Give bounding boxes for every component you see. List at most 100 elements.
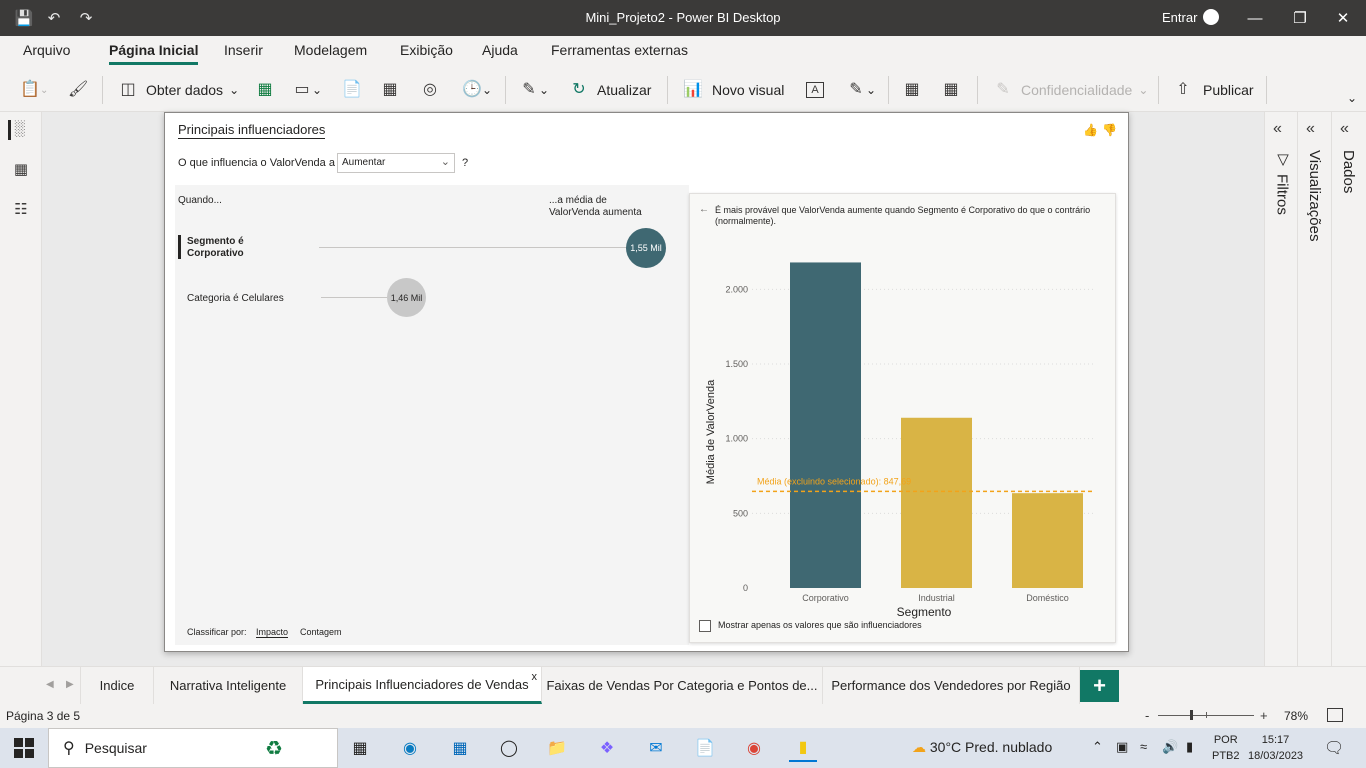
avatar[interactable] bbox=[1203, 9, 1219, 25]
reference-line-label: Média (excluindo selecionado): 847,69 bbox=[757, 476, 911, 486]
sort-impact-option[interactable]: Impacto bbox=[256, 627, 289, 638]
windows-start-icon[interactable] bbox=[14, 738, 34, 758]
chevron-up-icon[interactable]: ⌃ bbox=[1092, 739, 1103, 755]
powerbi-icon[interactable]: ▮ bbox=[789, 734, 817, 762]
chevron-down-icon: ⌄ bbox=[866, 83, 877, 97]
zoom-out-button[interactable]: - bbox=[1145, 708, 1149, 723]
sort-count-option[interactable]: Contagem bbox=[300, 627, 342, 637]
zoom-in-button[interactable]: + bbox=[1260, 708, 1268, 723]
chrome-icon[interactable]: ◉ bbox=[740, 734, 768, 762]
increase-dropdown[interactable]: Aumentar ⌄ bbox=[337, 153, 455, 173]
cloud-icon: ☁ bbox=[912, 739, 926, 755]
minimize-icon[interactable]: — bbox=[1240, 6, 1270, 30]
mail-icon[interactable]: ✉ bbox=[642, 734, 670, 762]
key-influencers-visual[interactable]: Principais influenciadores 👍 👎 O que inf… bbox=[164, 112, 1129, 652]
influencer-row-segmento[interactable]: Segmento é Corporativo bbox=[187, 236, 244, 260]
expand-visualizations-icon[interactable]: « bbox=[1306, 120, 1315, 138]
thumbs-down-icon[interactable]: 👎 bbox=[1102, 123, 1117, 137]
store-icon[interactable]: ▦ bbox=[446, 734, 474, 762]
refresh-button[interactable]: ↻ Atualizar bbox=[569, 78, 651, 102]
weather-widget[interactable]: ☁ 30°C Pred. nublado bbox=[912, 739, 1052, 756]
model-view-icon[interactable]: ☷ bbox=[11, 200, 31, 220]
menu-pagina-inicial[interactable]: Página Inicial bbox=[109, 42, 199, 65]
influencer-row-categoria[interactable]: Categoria é Celulares bbox=[187, 293, 284, 305]
sql-button[interactable]: 📄 bbox=[342, 78, 362, 102]
publish-label: Publicar bbox=[1203, 82, 1254, 98]
sign-in-link[interactable]: Entrar bbox=[1162, 10, 1197, 25]
influencer-bubble[interactable]: 1,55 Mil bbox=[626, 228, 666, 268]
data-pane[interactable]: « Dados bbox=[1331, 112, 1366, 666]
recent-sources-button[interactable]: 🕒 ⌄ bbox=[462, 78, 492, 102]
ribbon-separator bbox=[977, 76, 978, 104]
excel-button[interactable]: ▦ bbox=[255, 78, 275, 102]
language-indicator[interactable]: POR PTB2 bbox=[1212, 732, 1240, 764]
restore-icon[interactable]: ❐ bbox=[1285, 6, 1315, 30]
menu-inserir[interactable]: Inserir bbox=[224, 42, 263, 58]
menu-modelagem[interactable]: Modelagem bbox=[294, 42, 367, 58]
clock[interactable]: 15:17 18/03/2023 bbox=[1248, 732, 1303, 764]
fit-to-page-icon[interactable] bbox=[1327, 708, 1343, 722]
visualizations-pane[interactable]: « Visualizações bbox=[1297, 112, 1331, 666]
recent-icon: 🕒 bbox=[462, 81, 482, 98]
transform-data-button[interactable]: ✎ ⌄ bbox=[519, 78, 549, 102]
tab-narrativa-inteligente[interactable]: Narrativa Inteligente bbox=[154, 667, 303, 704]
add-page-button[interactable]: + bbox=[1080, 670, 1119, 702]
tab-scroll-right-icon[interactable]: ▶ bbox=[66, 679, 74, 690]
get-data-button[interactable]: ◫ Obter dados ⌄ bbox=[118, 78, 239, 102]
refresh-icon: ↻ bbox=[572, 81, 586, 98]
meet-icon[interactable]: ▣ bbox=[1116, 739, 1128, 755]
volume-icon[interactable]: 🔊 bbox=[1162, 739, 1178, 755]
new-measure-button[interactable]: ▦ bbox=[902, 78, 922, 102]
sensitivity-button[interactable]: ✎ Confidencialidade ⌄ bbox=[993, 78, 1148, 102]
taskbar-search[interactable]: ⚲ Pesquisar bbox=[48, 728, 338, 768]
report-view-icon[interactable]: ░ bbox=[8, 120, 28, 140]
more-visuals-button[interactable]: ✎ ⌄ bbox=[846, 78, 876, 102]
publish-button[interactable]: ⇧ Publicar bbox=[1173, 78, 1254, 102]
x-tick-label: Industrial bbox=[918, 593, 955, 603]
task-view-icon[interactable]: ▦ bbox=[346, 734, 374, 762]
sort-by-label: Classificar por: bbox=[187, 627, 247, 637]
tab-performance-vendedores[interactable]: Performance dos Vendedores por Região bbox=[823, 667, 1080, 704]
tab-principais-influenciadores[interactable]: Principais Influenciadores de Vendas x bbox=[303, 667, 542, 704]
quick-measure-button[interactable]: ▦ bbox=[941, 78, 961, 102]
copilot-icon[interactable]: ❖ bbox=[593, 734, 621, 762]
tab-indice[interactable]: Indice bbox=[80, 667, 154, 704]
zoom-slider-thumb[interactable] bbox=[1190, 710, 1193, 720]
publish-icon: ⇧ bbox=[1176, 81, 1190, 98]
new-visual-button[interactable]: 📊 Novo visual bbox=[683, 78, 784, 102]
collapse-ribbon-icon[interactable]: ⌄ bbox=[1347, 86, 1357, 110]
notepad-icon[interactable]: 📄 bbox=[691, 734, 719, 762]
dell-icon[interactable]: ◯ bbox=[495, 734, 523, 762]
paste-button[interactable]: 📋 ⌄ bbox=[20, 78, 48, 102]
menu-exibicao[interactable]: Exibição bbox=[400, 42, 453, 58]
clipboard-icon: 📋 bbox=[20, 81, 40, 98]
thumbs-up-icon[interactable]: 👍 bbox=[1083, 123, 1098, 137]
expand-filters-icon[interactable]: « bbox=[1273, 120, 1282, 138]
enter-data-button[interactable]: ▦ bbox=[380, 78, 400, 102]
tab-scroll-left-icon[interactable]: ◀ bbox=[46, 679, 54, 690]
menu-ajuda[interactable]: Ajuda bbox=[482, 42, 518, 58]
filters-pane[interactable]: « ▽ Filtros bbox=[1264, 112, 1297, 666]
edge-icon[interactable]: ◉ bbox=[396, 734, 424, 762]
data-view-icon[interactable]: ▦ bbox=[11, 160, 31, 180]
page-tabs-bar: ◀ ▶ Indice Narrativa Inteligente Princip… bbox=[0, 666, 1366, 704]
format-painter-button[interactable]: 🖌 bbox=[68, 78, 88, 102]
dataflows-button[interactable]: ▭ ⌄ bbox=[292, 78, 322, 102]
wifi-icon[interactable]: ≈ bbox=[1140, 739, 1147, 754]
bar-0 bbox=[790, 262, 861, 588]
battery-icon[interactable]: ▮ bbox=[1186, 739, 1193, 755]
menu-arquivo[interactable]: Arquivo bbox=[23, 42, 70, 58]
show-influencers-only-checkbox[interactable] bbox=[699, 620, 711, 632]
text-box-button[interactable]: A bbox=[806, 78, 824, 102]
expand-data-icon[interactable]: « bbox=[1340, 120, 1349, 138]
filters-label: Filtros bbox=[1273, 174, 1291, 215]
file-explorer-icon[interactable]: 📁 bbox=[543, 734, 571, 762]
tab-faixas-de-vendas[interactable]: Faixas de Vendas Por Categoria e Pontos … bbox=[542, 667, 823, 704]
menu-ferramentas-externas[interactable]: Ferramentas externas bbox=[551, 42, 688, 58]
influencer-bubble[interactable]: 1,46 Mil bbox=[387, 278, 426, 317]
close-icon[interactable]: ✕ bbox=[1328, 6, 1358, 30]
close-tab-icon[interactable]: x bbox=[532, 671, 538, 683]
dataverse-button[interactable]: ◎ bbox=[420, 78, 440, 102]
page-indicator: Página 3 de 5 bbox=[6, 709, 81, 723]
notifications-icon[interactable]: 🗨 bbox=[1324, 738, 1344, 758]
